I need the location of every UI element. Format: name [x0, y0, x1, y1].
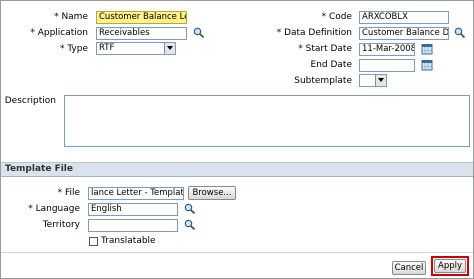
chevron-down-icon: [375, 75, 386, 86]
application-field[interactable]: Receivables: [96, 27, 187, 40]
type-select-value: RTF: [99, 43, 115, 53]
data-definition-field[interactable]: Customer Balance Data c: [359, 27, 449, 40]
search-icon[interactable]: [184, 219, 196, 231]
divider: [1, 252, 473, 253]
start-date-field[interactable]: 11-Mar-2008: [359, 43, 415, 56]
calendar-icon[interactable]: [421, 59, 433, 71]
calendar-icon[interactable]: [421, 43, 433, 55]
language-label: * Language: [28, 204, 80, 214]
territory-label: Territory: [42, 220, 80, 230]
file-label: * File: [57, 188, 80, 198]
application-label: * Application: [30, 28, 88, 38]
code-label: * Code: [321, 12, 352, 22]
name-field[interactable]: Customer Balance Letter: [96, 11, 187, 24]
cancel-button[interactable]: Cancel: [392, 261, 426, 275]
start-date-label: * Start Date: [298, 44, 352, 54]
apply-button[interactable]: Apply: [434, 259, 466, 273]
name-label: * Name: [54, 12, 88, 22]
search-icon[interactable]: [454, 27, 466, 39]
language-field[interactable]: English: [88, 203, 178, 216]
section-title: Template File: [5, 164, 73, 174]
description-label: Description: [4, 96, 56, 106]
type-label: * Type: [59, 44, 88, 54]
end-date-field[interactable]: [359, 59, 415, 72]
description-textarea[interactable]: [64, 95, 470, 147]
subtemplate-select[interactable]: [359, 74, 387, 87]
translatable-checkbox[interactable]: [89, 237, 98, 246]
browse-button[interactable]: Browse...: [188, 186, 236, 200]
end-date-label: End Date: [310, 60, 352, 70]
search-icon[interactable]: [184, 203, 196, 215]
code-field[interactable]: ARXCOBLX: [359, 11, 449, 24]
search-icon[interactable]: [193, 27, 205, 39]
chevron-down-icon: [164, 43, 175, 54]
translatable-label: Translatable: [101, 236, 156, 246]
file-field[interactable]: lance Letter - Template.rtf: [88, 187, 184, 200]
territory-field[interactable]: [88, 219, 178, 232]
data-definition-label: * Data Definition: [276, 28, 352, 38]
subtemplate-label: Subtemplate: [294, 76, 352, 86]
type-select[interactable]: RTF: [96, 42, 176, 55]
